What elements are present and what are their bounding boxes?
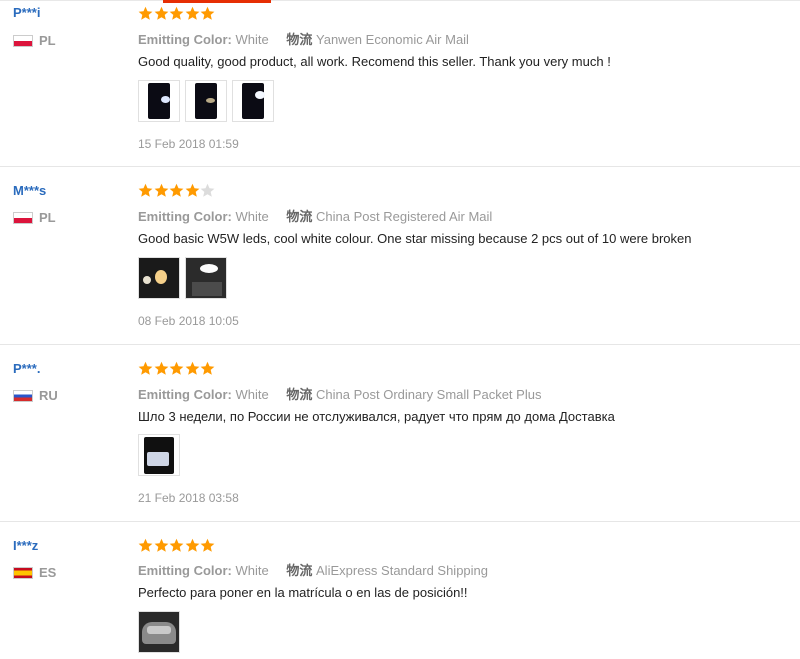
logistics-label: 物流: [286, 563, 313, 578]
review-meta: Emitting Color: White 物流 Yanwen Economic…: [138, 29, 469, 48]
star-filled-icon: [200, 361, 215, 375]
logistics-label: 物流: [286, 209, 313, 224]
emitting-color-value: White: [235, 32, 269, 47]
review-photo-thumbnail[interactable]: [138, 257, 180, 299]
star-filled-icon: [154, 361, 168, 375]
shipping-method: AliExpress Standard Shipping: [316, 563, 489, 578]
star-filled-icon: [138, 538, 153, 552]
review-photo-thumbnail[interactable]: [232, 80, 274, 122]
country-code: RU: [39, 388, 58, 403]
review-photos: [138, 611, 180, 653]
review-meta: Emitting Color: White 物流 China Post Ordi…: [138, 384, 541, 403]
star-filled-icon: [154, 6, 168, 20]
emitting-color-value: White: [235, 387, 269, 402]
review-item: I***z ES Emitting Color: White 物流 AliExp…: [0, 521, 800, 659]
star-filled-icon: [169, 6, 184, 20]
emitting-color-value: White: [235, 563, 269, 578]
spain-flag-icon: [13, 566, 33, 579]
star-filled-icon: [185, 6, 199, 20]
review-text: Good quality, good product, all work. Re…: [138, 54, 611, 69]
country-code: ES: [39, 565, 57, 580]
star-rating: [138, 361, 216, 376]
review-date: 08 Feb 2018 10:05: [138, 314, 239, 328]
star-empty-icon: [200, 183, 215, 197]
country-code: PL: [39, 210, 56, 225]
star-filled-icon: [138, 183, 153, 197]
star-filled-icon: [185, 183, 199, 197]
emitting-color-label: Emitting Color:: [138, 563, 232, 578]
shipping-method: Yanwen Economic Air Mail: [316, 32, 469, 47]
review-date: 21 Feb 2018 03:58: [138, 491, 239, 505]
reviewer-name[interactable]: P***.: [13, 361, 40, 376]
review-photos: [138, 434, 180, 476]
review-photo-thumbnail[interactable]: [138, 611, 180, 653]
star-filled-icon: [169, 361, 184, 375]
country-code: PL: [39, 33, 56, 48]
star-rating: [138, 6, 216, 21]
star-filled-icon: [185, 361, 199, 375]
emitting-color-label: Emitting Color:: [138, 209, 232, 224]
reviewer-name[interactable]: I***z: [13, 538, 38, 553]
review-item: M***s PL Emitting Color: White 物流 China …: [0, 166, 800, 345]
review-photos: [138, 80, 274, 122]
review-item: P***i PL Emitting Color: White 物流 Yanwen…: [0, 0, 800, 167]
reviewer-country: PL: [13, 210, 56, 225]
star-filled-icon: [169, 183, 184, 197]
review-meta: Emitting Color: White 物流 AliExpress Stan…: [138, 560, 488, 579]
star-filled-icon: [138, 6, 153, 20]
reviewer-country: RU: [13, 388, 58, 403]
shipping-method: China Post Ordinary Small Packet Plus: [316, 387, 542, 402]
star-filled-icon: [200, 6, 215, 20]
emitting-color-label: Emitting Color:: [138, 32, 232, 47]
star-rating: [138, 538, 216, 553]
logistics-label: 物流: [286, 387, 313, 402]
review-photo-thumbnail[interactable]: [185, 257, 227, 299]
emitting-color-value: White: [235, 209, 269, 224]
star-filled-icon: [154, 538, 168, 552]
review-date: 15 Feb 2018 01:59: [138, 137, 239, 151]
reviewer-country: PL: [13, 33, 56, 48]
reviewer-name[interactable]: P***i: [13, 5, 40, 20]
russia-flag-icon: [13, 389, 33, 402]
poland-flag-icon: [13, 34, 33, 47]
poland-flag-icon: [13, 211, 33, 224]
star-filled-icon: [154, 183, 168, 197]
shipping-method: China Post Registered Air Mail: [316, 209, 493, 224]
emitting-color-label: Emitting Color:: [138, 387, 232, 402]
review-photo-thumbnail[interactable]: [138, 434, 180, 476]
review-photo-thumbnail[interactable]: [138, 80, 180, 122]
review-text: Perfecto para poner en la matrícula o en…: [138, 585, 468, 600]
review-text: Шло 3 недели, по России не отслуживался,…: [138, 409, 615, 424]
star-filled-icon: [138, 361, 153, 375]
reviewer-name[interactable]: M***s: [13, 183, 46, 198]
review-item: P***. RU Emitting Color: White 物流 China …: [0, 344, 800, 522]
reviewer-country: ES: [13, 565, 56, 580]
review-photos: [138, 257, 227, 299]
review-meta: Emitting Color: White 物流 China Post Regi…: [138, 206, 492, 225]
logistics-label: 物流: [286, 32, 313, 47]
review-text: Good basic W5W leds, cool white colour. …: [138, 231, 692, 246]
star-rating: [138, 183, 216, 198]
star-filled-icon: [200, 538, 215, 552]
review-photo-thumbnail[interactable]: [185, 80, 227, 122]
star-filled-icon: [185, 538, 199, 552]
star-filled-icon: [169, 538, 184, 552]
